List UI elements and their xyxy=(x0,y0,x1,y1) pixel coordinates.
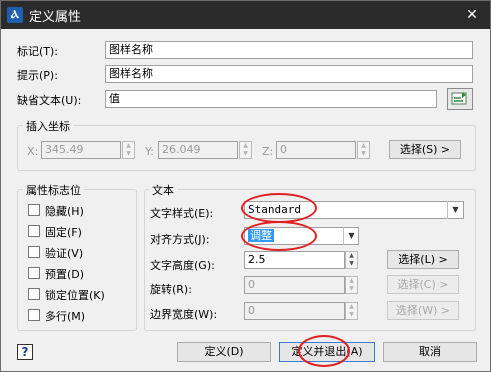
prompt-label: 提示(P): xyxy=(17,69,58,82)
text-height-stepper[interactable]: ▲ ▼ xyxy=(345,251,358,269)
annotation-circle-style xyxy=(241,193,317,223)
define-button[interactable]: 定义(D) xyxy=(177,342,271,362)
z-stepper[interactable]: ▲ ▼ xyxy=(357,141,370,159)
boundary-width-label: 边界宽度(W): xyxy=(150,308,218,321)
verify-checkbox[interactable] xyxy=(28,246,40,258)
fixed-label: 固定(F) xyxy=(45,226,82,239)
select-rotation-button[interactable]: 选择(C) > xyxy=(387,275,459,294)
justify-label: 对齐方式(J): xyxy=(150,233,210,246)
rotation-input[interactable]: 0 xyxy=(244,276,345,294)
preset-checkbox[interactable] xyxy=(28,267,40,279)
help-icon[interactable]: ? xyxy=(17,344,33,360)
select-height-button[interactable]: 选择(L) > xyxy=(387,250,459,269)
lock-position-label: 锁定位置(K) xyxy=(45,289,105,302)
z-input[interactable]: 0 xyxy=(276,141,356,159)
text-height-input[interactable]: 2.5 xyxy=(244,251,345,269)
default-text-input[interactable]: 值 xyxy=(105,90,437,108)
cancel-button[interactable]: 取消 xyxy=(383,342,477,362)
boundary-width-stepper[interactable]: ▲ ▼ xyxy=(345,302,358,320)
y-label: Y: xyxy=(145,145,154,158)
chevron-down-icon[interactable]: ▼ xyxy=(343,227,359,245)
field-insert-icon xyxy=(451,92,467,105)
select-width-button[interactable]: 选择(W) > xyxy=(387,301,459,320)
z-label: Z: xyxy=(262,145,274,158)
annotation-circle-define-exit xyxy=(298,335,350,367)
close-button[interactable]: ✕ xyxy=(463,7,481,23)
annotation-circle-justify xyxy=(241,221,317,251)
title-bar: Ⲁ 定义属性 ✕ xyxy=(1,1,490,29)
lock-position-checkbox[interactable] xyxy=(28,288,40,300)
text-style-label: 文字样式(E): xyxy=(150,207,214,220)
attribute-flags-title: 属性标志位 xyxy=(23,182,84,198)
chevron-down-icon[interactable]: ▼ xyxy=(447,201,463,219)
x-input[interactable]: 345.49 xyxy=(41,141,121,159)
text-group-title: 文本 xyxy=(149,182,177,198)
insert-field-button[interactable] xyxy=(447,88,473,110)
default-text-label: 缺省文本(U): xyxy=(17,94,82,107)
rotation-label: 旋转(R): xyxy=(150,283,192,296)
x-label: X: xyxy=(27,145,39,158)
text-height-label: 文字高度(G): xyxy=(150,259,215,272)
y-stepper[interactable]: ▲ ▼ xyxy=(239,141,252,159)
x-stepper[interactable]: ▲ ▼ xyxy=(122,141,135,159)
insert-point-title: 插入坐标 xyxy=(23,118,73,134)
tag-input[interactable]: 图样名称 xyxy=(105,41,473,59)
define-attribute-dialog: Ⲁ 定义属性 ✕ 标记(T): 图样名称 提示(P): 图样名称 缺省文本(U)… xyxy=(0,0,491,372)
boundary-width-input[interactable]: 0 xyxy=(244,302,345,320)
hidden-label: 隐藏(H) xyxy=(45,205,84,218)
window-title: 定义属性 xyxy=(29,10,82,25)
app-icon: Ⲁ xyxy=(7,7,23,23)
verify-label: 验证(V) xyxy=(45,247,84,260)
tag-label: 标记(T): xyxy=(17,45,59,58)
fixed-checkbox[interactable] xyxy=(28,225,40,237)
prompt-input[interactable]: 图样名称 xyxy=(105,65,473,83)
multiline-label: 多行(M) xyxy=(45,310,86,323)
select-insert-point-button[interactable]: 选择(S) > xyxy=(389,140,461,159)
preset-label: 预置(D) xyxy=(45,268,85,281)
y-input[interactable]: 26.049 xyxy=(158,141,238,159)
hidden-checkbox[interactable] xyxy=(28,204,40,216)
rotation-stepper[interactable]: ▲ ▼ xyxy=(345,276,358,294)
multiline-checkbox[interactable] xyxy=(28,309,40,321)
